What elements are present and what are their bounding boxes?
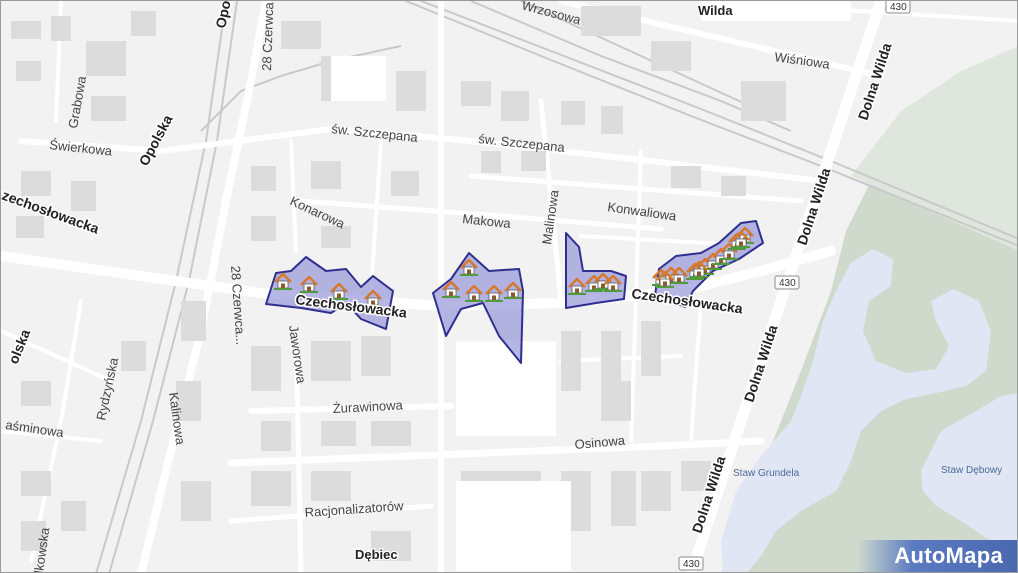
water-label-staw-debowy: Staw Dębowy [941, 465, 1002, 476]
map-canvas[interactable]: Wilda Dębiec Wrzosowa Wiśniowa Dolna Wil… [1, 1, 1018, 573]
road-shield-middle: 430 [774, 275, 800, 290]
district-label-wilda: Wilda [698, 3, 733, 18]
svg-text:430: 430 [779, 278, 796, 289]
logo-text: AutoMapa [894, 543, 1003, 568]
map-view[interactable]: Wilda Dębiec Wrzosowa Wiśniowa Dolna Wil… [0, 0, 1018, 573]
district-label-debiec: Dębiec [355, 547, 398, 562]
road-shield-top: 430 [885, 1, 911, 14]
svg-text:430: 430 [683, 559, 700, 570]
road-shield-bottom: 430 [678, 556, 704, 571]
svg-text:430: 430 [890, 2, 907, 13]
street-label-28-czerwca-1: 28 Czerwca [259, 1, 276, 71]
water-label-staw-grundela: Staw Grundela [733, 468, 800, 479]
automapa-logo[interactable]: AutoMapa [857, 540, 1017, 572]
